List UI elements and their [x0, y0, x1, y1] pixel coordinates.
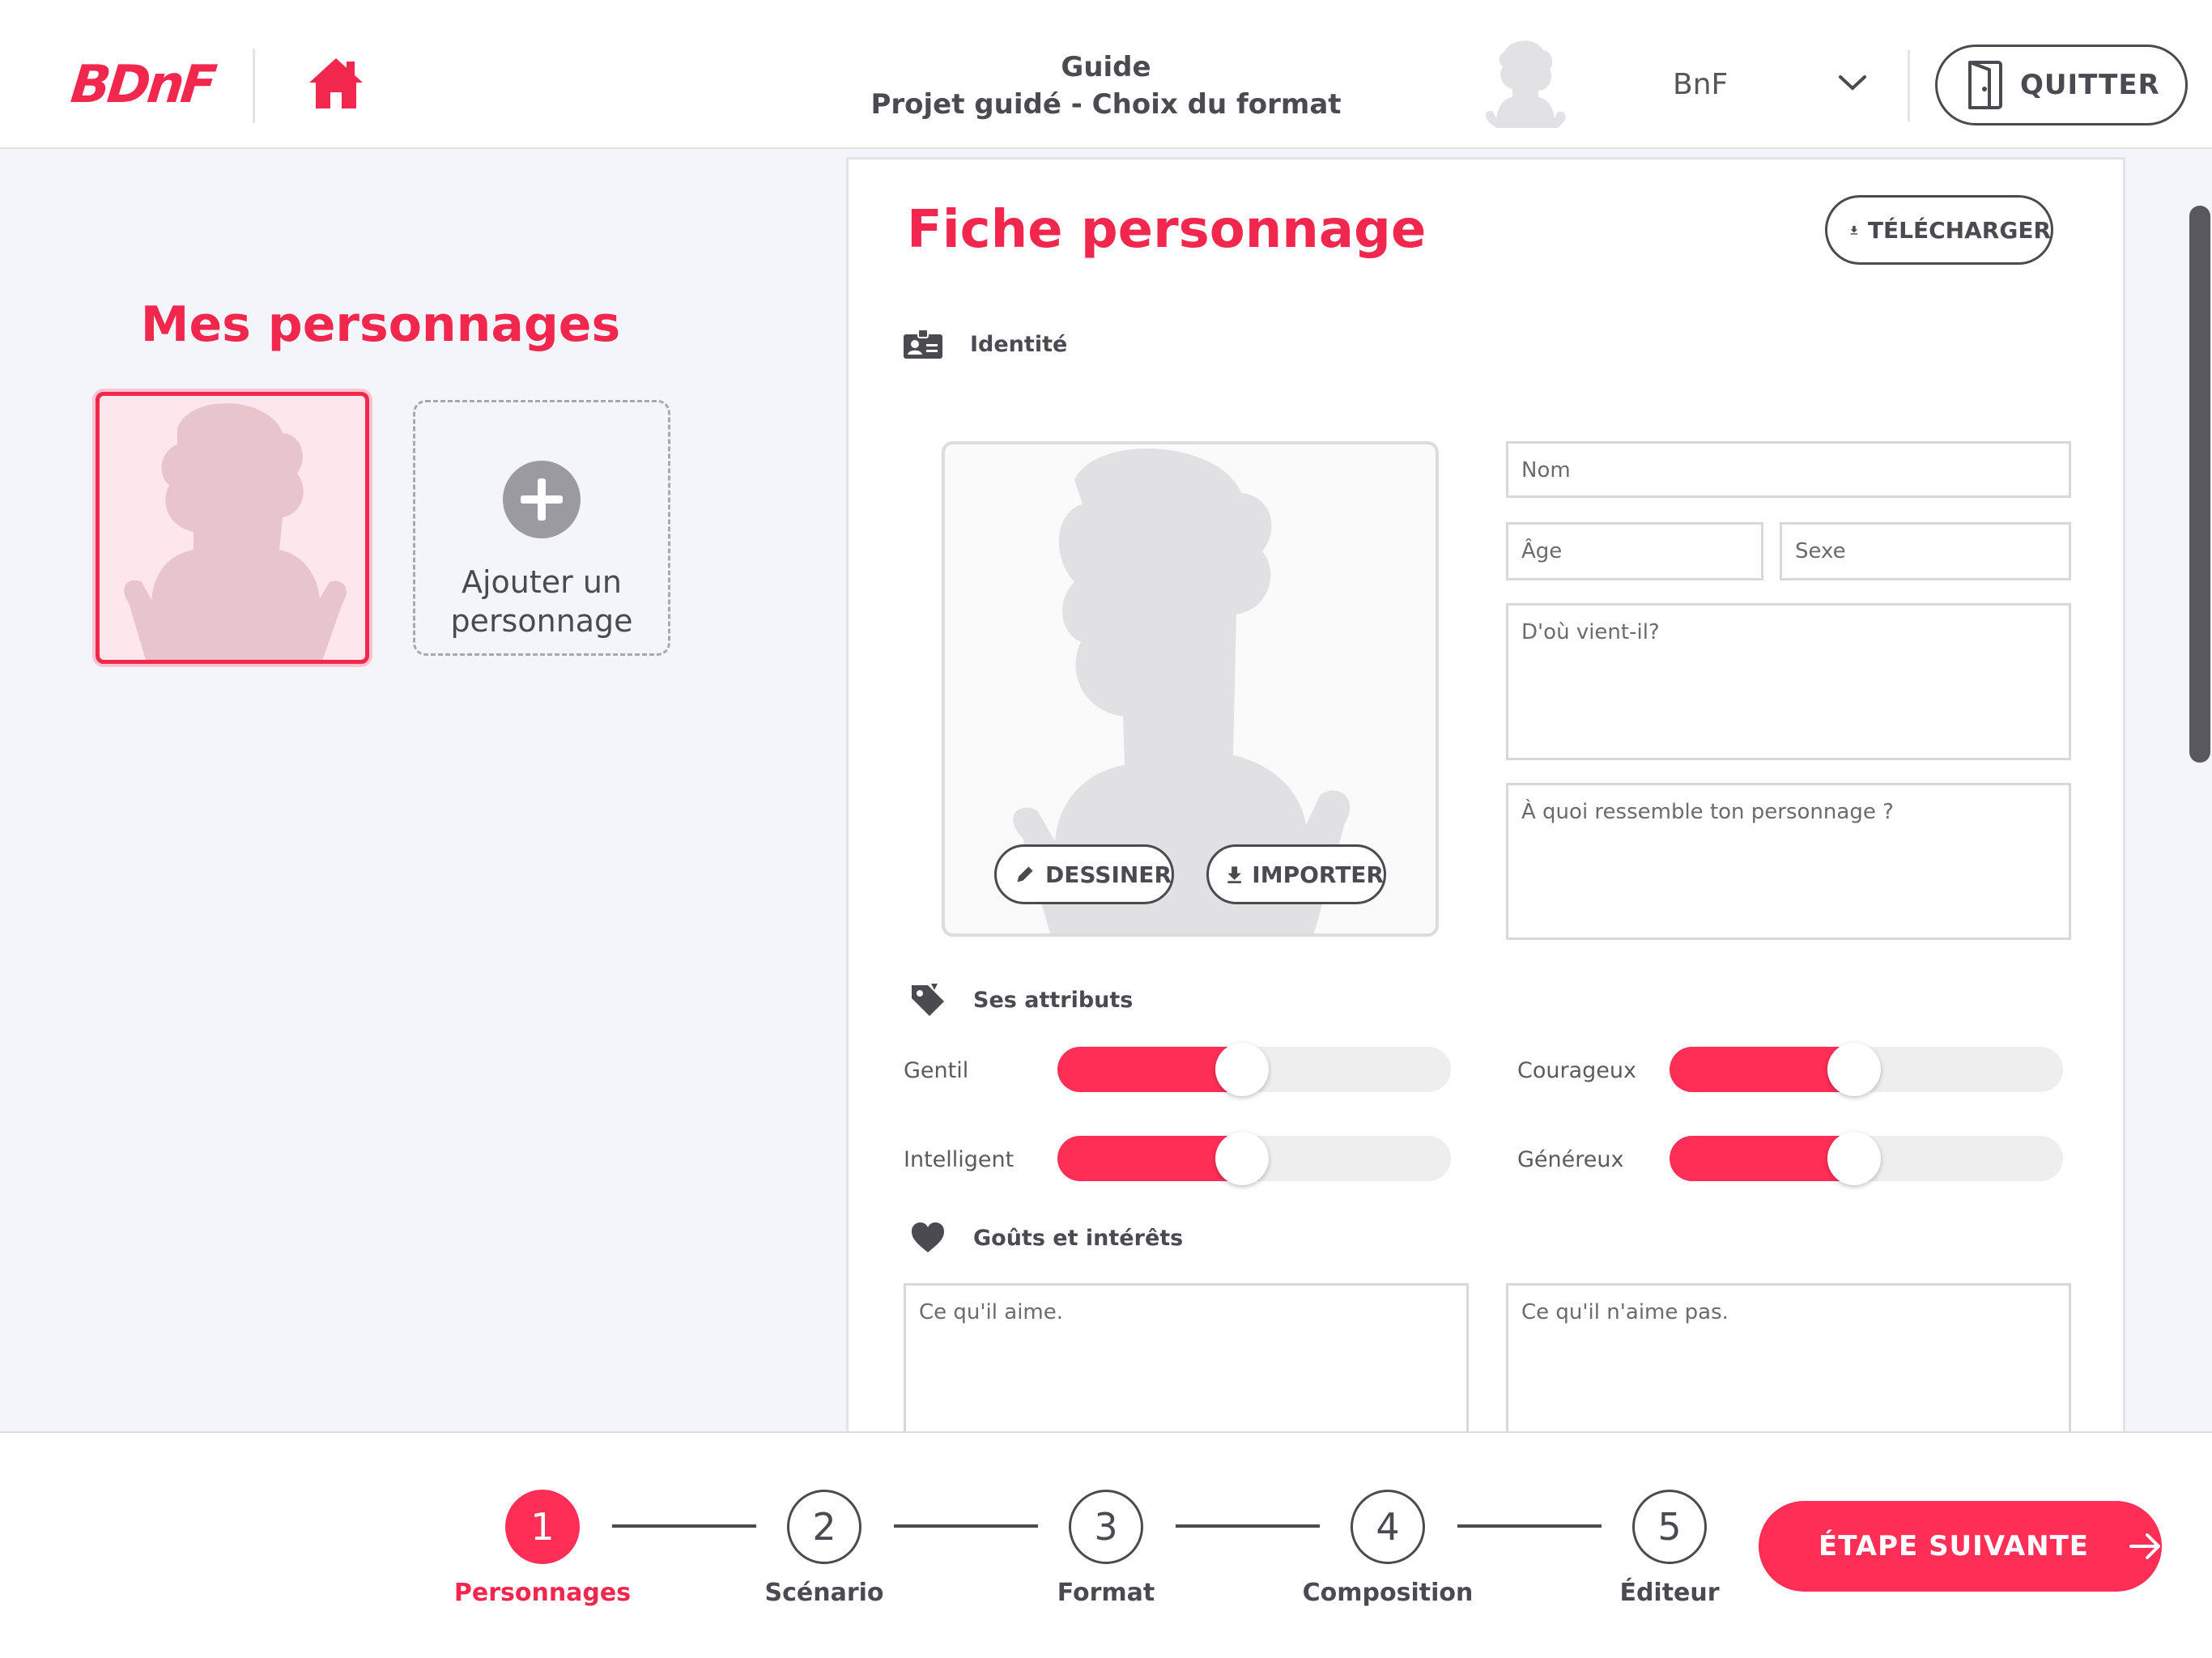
slider-knob[interactable] — [1827, 1132, 1882, 1185]
slider-knob[interactable] — [1827, 1043, 1882, 1096]
add-character-button[interactable]: Ajouter un personnage — [413, 400, 670, 656]
top-bar: BDnF Guide Projet guidé - Choix du forma… — [0, 0, 2212, 149]
door-icon — [1968, 61, 2002, 109]
user-name[interactable]: BnF — [1673, 68, 1728, 101]
identity-label: Identité — [970, 331, 1068, 357]
step-label: Éditeur — [1619, 1579, 1720, 1607]
page-title: Guide Projet guidé - Choix du format — [810, 49, 1402, 123]
step-number: 2 — [787, 1490, 861, 1564]
likes-field-placeholder: Ce qu'il aime. — [919, 1300, 1064, 1324]
import-button[interactable]: IMPORTER — [1206, 844, 1386, 904]
plus-icon — [503, 461, 581, 538]
name-field-placeholder: Nom — [1521, 458, 1571, 483]
next-step-button[interactable]: ÉTAPE SUIVANTE — [1759, 1501, 2162, 1592]
page-title-line1: Guide — [1061, 51, 1151, 83]
step-label: Scénario — [764, 1579, 884, 1607]
step-number: 5 — [1632, 1490, 1707, 1564]
divider — [253, 49, 255, 123]
draw-button[interactable]: DESSINER — [994, 844, 1174, 904]
sex-field[interactable]: Sexe — [1780, 522, 2071, 580]
step-number: 4 — [1351, 1490, 1425, 1564]
step-label: Composition — [1302, 1579, 1474, 1607]
step-editeur[interactable]: 5 Éditeur — [1548, 1490, 1791, 1607]
tag-icon — [912, 984, 944, 1016]
add-character-label-line1: Ajouter un — [461, 564, 623, 600]
download-icon — [1227, 866, 1241, 884]
bdnf-logo[interactable]: BDnF — [68, 55, 216, 115]
download-icon — [1850, 226, 1858, 235]
slider-fill — [1057, 1047, 1243, 1092]
slider-courageux[interactable] — [1670, 1043, 2063, 1096]
sex-field-placeholder: Sexe — [1795, 539, 1846, 563]
quit-label: QUITTER — [2020, 69, 2160, 101]
age-field[interactable]: Âge — [1506, 522, 1763, 580]
import-label: IMPORTER — [1252, 861, 1384, 888]
origin-field-placeholder: D'où vient-il? — [1521, 620, 1660, 644]
slider-knob[interactable] — [1215, 1043, 1270, 1096]
quit-button[interactable]: QUITTER — [1935, 45, 2188, 125]
chevron-down-icon[interactable] — [1838, 73, 1867, 92]
step-number: 3 — [1069, 1490, 1143, 1564]
attribute-label-intelligent: Intelligent — [904, 1147, 1015, 1172]
download-label: TÉLÉCHARGER — [1867, 216, 2051, 244]
character-silhouette — [124, 403, 347, 660]
step-scenario[interactable]: 2 Scénario — [703, 1490, 946, 1607]
likes-field[interactable]: Ce qu'il aime. — [904, 1283, 1469, 1437]
add-character-label-line2: personnage — [450, 603, 633, 639]
avatar[interactable] — [1480, 37, 1569, 131]
sheet-title: Fiche personnage — [907, 200, 1427, 260]
step-label: Personnages — [453, 1579, 632, 1607]
tastes-section-header: Goûts et intérêts — [910, 1222, 1183, 1254]
step-label: Format — [1057, 1579, 1155, 1607]
step-personnages[interactable]: 1 Personnages — [421, 1490, 664, 1607]
step-format[interactable]: 3 Format — [985, 1490, 1227, 1607]
add-character-label: Ajouter un personnage — [450, 563, 632, 640]
dislikes-field-placeholder: Ce qu'il n'aime pas. — [1521, 1300, 1729, 1324]
stepper-bar: 1 Personnages 2 Scénario 3 Format 4 Comp… — [0, 1431, 2212, 1658]
slider-knob[interactable] — [1215, 1132, 1270, 1185]
slider-intelligent[interactable] — [1057, 1132, 1451, 1185]
arrow-right-icon — [2129, 1533, 2160, 1559]
pencil-icon — [1017, 866, 1033, 882]
slider-fill — [1670, 1047, 1855, 1092]
characters-title: Mes personnages — [140, 296, 621, 353]
character-card[interactable] — [96, 392, 369, 664]
attribute-label-courageux: Courageux — [1517, 1058, 1636, 1083]
scrollbar[interactable] — [2189, 206, 2210, 763]
attributes-label: Ses attributs — [973, 987, 1134, 1013]
character-sheet-panel: Fiche personnage TÉLÉCHARGER Identité DE… — [846, 157, 2125, 1437]
slider-fill — [1670, 1136, 1855, 1181]
appearance-field[interactable]: À quoi ressemble ton personnage ? — [1506, 783, 2071, 940]
draw-label: DESSINER — [1045, 861, 1172, 888]
page-title-line2: Projet guidé - Choix du format — [870, 88, 1342, 121]
step-number: 1 — [505, 1490, 580, 1564]
slider-gentil[interactable] — [1057, 1043, 1451, 1096]
name-field[interactable]: Nom — [1506, 441, 2071, 498]
next-step-label: ÉTAPE SUIVANTE — [1819, 1530, 2090, 1562]
step-composition[interactable]: 4 Composition — [1266, 1490, 1509, 1607]
origin-field[interactable]: D'où vient-il? — [1506, 603, 2071, 760]
divider — [1908, 50, 1910, 121]
slider-genereux[interactable] — [1670, 1132, 2063, 1185]
home-icon[interactable] — [308, 57, 364, 110]
dislikes-field[interactable]: Ce qu'il n'aime pas. — [1506, 1283, 2071, 1437]
download-button[interactable]: TÉLÉCHARGER — [1825, 195, 2053, 265]
attribute-label-genereux: Généreux — [1517, 1147, 1624, 1172]
heart-icon — [912, 1222, 944, 1252]
id-card-icon — [904, 329, 942, 359]
tastes-label: Goûts et intérêts — [973, 1225, 1184, 1251]
slider-fill — [1057, 1136, 1243, 1181]
appearance-field-placeholder: À quoi ressemble ton personnage ? — [1521, 800, 1894, 824]
attributes-section-header: Ses attributs — [910, 982, 1133, 1018]
age-field-placeholder: Âge — [1521, 539, 1563, 563]
attribute-label-gentil: Gentil — [904, 1058, 969, 1083]
identity-section-header: Identité — [904, 329, 1067, 359]
